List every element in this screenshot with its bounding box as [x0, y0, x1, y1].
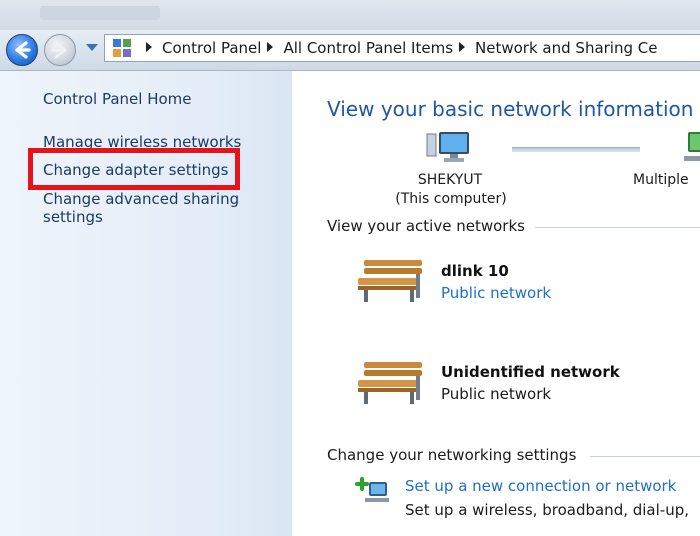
forward-button[interactable]	[44, 34, 76, 66]
breadcrumb-separator-icon[interactable]	[267, 42, 274, 52]
back-arrow-icon	[15, 41, 31, 59]
network-icon	[684, 132, 700, 161]
section-divider	[590, 456, 700, 457]
bench-icon	[358, 260, 422, 302]
computer-icon	[426, 132, 469, 162]
computer-name: SHEKYUT	[417, 172, 483, 188]
breadcrumb-separator-icon[interactable]	[146, 42, 152, 52]
back-button[interactable]	[6, 34, 38, 66]
breadcrumb: Control Panel All Control Panel Items Netw…	[140, 38, 657, 58]
active-networks-heading: View your active networks	[327, 217, 525, 235]
forward-arrow-icon	[51, 41, 67, 59]
breadcrumb-control-panel[interactable]: Control Panel	[162, 38, 261, 58]
breadcrumb-all-items[interactable]: All Control Panel Items	[283, 38, 453, 58]
setup-connection-link[interactable]: Set up a new connection or network	[405, 477, 676, 495]
network-name: Unidentified network	[441, 363, 620, 381]
page-title: View your basic network information	[327, 97, 694, 121]
highlight-annotation	[28, 148, 240, 190]
section-divider	[535, 227, 700, 228]
setup-connection-description: Set up a wireless, broadband, dial-up,	[405, 501, 690, 519]
multiple-networks-label[interactable]: Multiple	[633, 171, 689, 190]
breadcrumb-separator-icon[interactable]	[459, 42, 466, 52]
breadcrumb-network-sharing[interactable]: Network and Sharing Ce	[475, 38, 657, 58]
control-panel-home-link[interactable]: Control Panel Home	[43, 90, 192, 108]
network-type-link[interactable]: Public network	[441, 284, 551, 302]
network-type: Public network	[441, 385, 552, 403]
control-panel-icon	[113, 39, 131, 57]
change-advanced-sharing-link[interactable]: Change advanced sharing settings	[43, 190, 263, 226]
blurred-title	[40, 6, 160, 20]
connection-line	[512, 147, 640, 152]
window-top-strip	[0, 0, 700, 30]
bench-icon	[358, 362, 422, 404]
computer-sublabel: (This computer)	[395, 191, 507, 207]
recent-pages-dropdown[interactable]	[86, 44, 98, 51]
change-settings-heading: Change your networking settings	[327, 446, 577, 464]
network-name: dlink 10	[441, 262, 509, 280]
new-connection-icon	[355, 477, 389, 502]
